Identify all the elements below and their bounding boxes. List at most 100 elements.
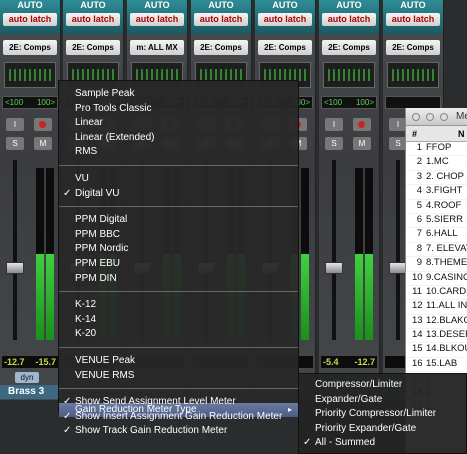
level-meter-left — [36, 168, 44, 340]
menu-item[interactable]: PPM Nordic — [75, 242, 128, 256]
insert-slot[interactable]: 2E: Comps — [386, 40, 440, 55]
menu-item[interactable]: PPM DIN — [75, 272, 117, 286]
level-meter-left — [355, 168, 363, 340]
memory-location-row[interactable]: 5 4.ROOF — [406, 200, 467, 214]
mute-button[interactable]: M — [353, 137, 371, 150]
submenu-item[interactable]: Compressor/Limiter — [315, 378, 402, 392]
menu-item[interactable]: Linear (Extended) — [75, 131, 155, 145]
menu-item[interactable]: K-20 — [75, 327, 96, 341]
volume-fader-track[interactable] — [13, 160, 17, 340]
automation-mode-selector[interactable]: auto latch — [258, 13, 312, 26]
automation-mode-selector[interactable]: auto latch — [3, 13, 57, 26]
memory-location-row[interactable]: 2 1.MC — [406, 156, 467, 171]
input-monitor-button[interactable]: I — [6, 118, 24, 131]
memory-location-row[interactable]: 9 8.THEME — [406, 257, 467, 272]
column-number-header[interactable]: # — [412, 129, 417, 139]
memory-location-row[interactable]: 14 13.DESER — [406, 329, 467, 344]
menu-item[interactable]: Gain Reduction Meter Type — [75, 403, 197, 417]
pan-control[interactable]: <100 100> — [321, 96, 377, 109]
memory-location-row[interactable]: 4 3.FIGHT — [406, 185, 467, 200]
menu-item[interactable]: PPM EBU — [75, 257, 120, 271]
volume-fader-track[interactable] — [396, 160, 400, 340]
track-name-label[interactable]: Brass 3 — [0, 385, 62, 399]
insert-slot[interactable]: 2E: Comps — [322, 40, 376, 55]
close-window-button[interactable] — [412, 113, 420, 121]
menu-item[interactable]: K-12 — [75, 298, 96, 312]
menu-item[interactable]: PPM Digital — [75, 213, 127, 227]
record-enable-button[interactable] — [34, 118, 52, 131]
memory-location-row[interactable]: 1 FFOP — [406, 142, 467, 157]
meter-type-menu: Sample Peak Pro Tools Classic Linear Linear… — [58, 80, 299, 436]
column-name-header[interactable]: N — [458, 129, 465, 139]
memory-name: 12.BLAKOU — [426, 314, 467, 326]
memory-location-row[interactable]: 8 7. ELEVAT — [406, 242, 467, 258]
volume-fader-track[interactable] — [332, 160, 336, 340]
solo-button[interactable]: S — [325, 137, 343, 150]
insert-slot[interactable]: 2E: Comps — [194, 40, 248, 55]
memory-name: 8.THEME — [426, 257, 467, 269]
peak-left-value: -12.7 — [4, 357, 25, 367]
insert-slot[interactable]: 2E: Comps — [66, 40, 120, 55]
memory-name: 7. ELEVAT — [426, 242, 467, 254]
submenu-item[interactable]: Expander/Gate — [315, 393, 382, 407]
automation-mode-selector[interactable]: auto latch — [386, 13, 440, 26]
level-meter-right — [301, 168, 309, 340]
zoom-window-button[interactable] — [440, 113, 448, 121]
menu-item[interactable]: VENUE RMS — [75, 369, 134, 383]
memory-name: 3.FIGHT — [426, 185, 463, 197]
menu-item[interactable]: PPM BBC — [75, 228, 120, 242]
memory-location-row[interactable]: 7 6.HALL — [406, 228, 467, 243]
automation-mode-selector[interactable]: auto latch — [194, 13, 248, 26]
menu-item[interactable]: Linear — [75, 116, 103, 130]
memory-location-row[interactable]: 16 15.LAB — [406, 358, 467, 373]
memory-location-row[interactable]: 11 10.CARDS — [406, 286, 467, 301]
dyn-button[interactable]: dyn — [15, 372, 39, 383]
strip-header: AUTO auto latch — [0, 0, 60, 34]
memory-number: 1 — [416, 142, 422, 153]
automation-mode-selector[interactable]: auto latch — [130, 13, 184, 26]
record-enable-button[interactable] — [353, 118, 371, 131]
memory-name: 14.BLKOUT — [426, 343, 467, 355]
memory-name: FFOP — [426, 142, 452, 153]
memory-location-row[interactable]: 12 11.ALL IN — [406, 300, 467, 315]
strip-header: AUTO auto latch — [191, 0, 251, 34]
menu-item[interactable]: VU — [75, 172, 89, 186]
submenu-item[interactable]: Priority Expander/Gate — [315, 422, 416, 436]
channel-strip: AUTO auto latch 2E: Comps <100 100> I S … — [0, 0, 61, 400]
memory-location-row[interactable]: 6 5.SIERR — [406, 214, 467, 229]
insert-slot[interactable]: 2E: Comps — [3, 40, 57, 55]
automation-mode-selector[interactable]: auto latch — [322, 13, 376, 26]
memory-location-row[interactable]: 15 14.BLKOUT — [406, 343, 467, 358]
memory-window-title: Me — [456, 111, 467, 122]
pan-control[interactable]: <100 100> — [2, 96, 58, 109]
submenu-item[interactable]: Priority Compressor/Limiter — [315, 407, 436, 421]
minimize-window-button[interactable] — [426, 113, 434, 121]
peak-right-value: -15.7 — [35, 357, 56, 367]
peak-readout: -12.7 -15.7 — [2, 356, 58, 368]
memory-location-row[interactable]: 3 2. CHOP — [406, 170, 467, 186]
memory-location-row[interactable]: 10 9.CASINO — [406, 272, 467, 286]
menu-item[interactable]: RMS — [75, 145, 97, 159]
menu-item[interactable]: K-14 — [75, 313, 96, 327]
menu-item[interactable]: Sample Peak — [75, 87, 134, 101]
menu-item[interactable]: VENUE Peak — [75, 354, 135, 368]
menu-item[interactable]: Pro Tools Classic — [75, 102, 152, 116]
menu-separator — [59, 291, 298, 293]
automation-mode-selector[interactable]: auto latch — [66, 13, 120, 26]
memory-name: 2. CHOP — [426, 170, 465, 182]
memory-name: 9.CASINO — [426, 271, 467, 283]
menu-item[interactable]: Show Track Gain Reduction Meter — [75, 424, 227, 438]
memory-number: 4 — [416, 185, 422, 197]
volume-fader-handle[interactable] — [6, 262, 24, 274]
strip-header: AUTO auto latch — [63, 0, 123, 34]
memory-location-row[interactable]: 13 12.BLAKOU — [406, 314, 467, 330]
volume-fader-handle[interactable] — [325, 262, 343, 274]
submenu-item[interactable]: All - Summed — [315, 436, 375, 450]
memory-number: 15 — [412, 343, 423, 355]
solo-button[interactable]: S — [6, 137, 24, 150]
mute-button[interactable]: M — [34, 137, 52, 150]
insert-slot[interactable]: 2E: Comps — [258, 40, 312, 55]
input-monitor-button[interactable]: I — [325, 118, 343, 131]
insert-slot[interactable]: m: ALL MX — [130, 40, 184, 55]
menu-item[interactable]: Digital VU — [75, 187, 119, 201]
